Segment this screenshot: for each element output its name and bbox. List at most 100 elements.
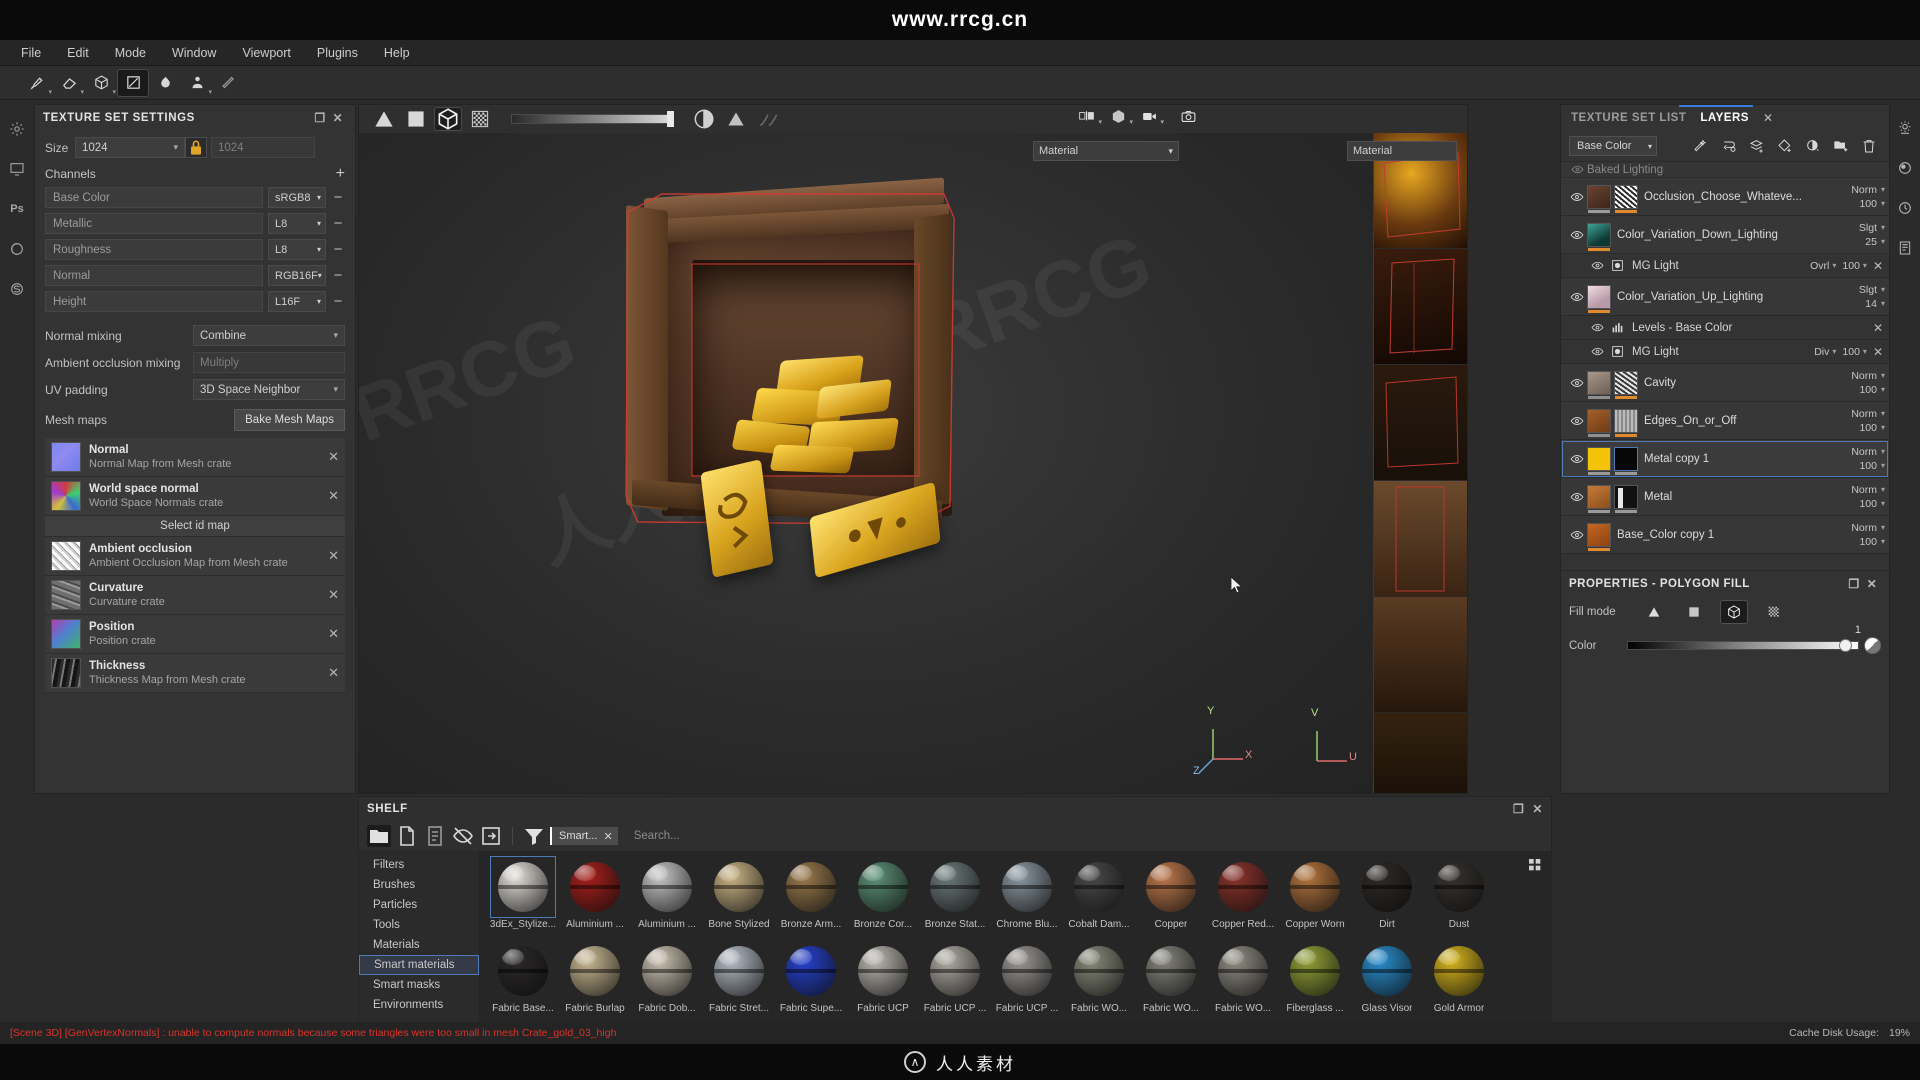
photoshop-export-icon[interactable]: Ps — [6, 198, 28, 220]
visibility-toggle-icon[interactable] — [1567, 163, 1587, 176]
shelf-category-smart-materials[interactable]: Smart materials — [359, 955, 479, 975]
extra-tool-button[interactable] — [755, 108, 781, 130]
close-icon[interactable]: ✕ — [328, 626, 339, 642]
smudge-tool[interactable] — [150, 70, 180, 96]
effect-opacity[interactable]: 100 — [1842, 346, 1860, 358]
channel-format-select[interactable]: sRGB8 ▾ — [268, 187, 326, 208]
layer-content-thumbnail[interactable] — [1587, 370, 1611, 399]
bake-mesh-maps-button[interactable]: Bake Mesh Maps — [234, 409, 345, 431]
remove-effect-icon[interactable]: ✕ — [1873, 321, 1883, 335]
add-mask-icon[interactable] — [1773, 135, 1797, 157]
3d-viewport[interactable]: 1 ▾ ▾ ▾ — [358, 104, 1468, 794]
add-smart-material-icon[interactable] — [1689, 135, 1713, 157]
layer-opacity[interactable]: 100 ▾ — [1859, 536, 1885, 548]
add-paint-layer-icon[interactable] — [1745, 135, 1769, 157]
channel-select[interactable]: Base Color ▾ — [1569, 136, 1657, 156]
visibility-toggle-icon[interactable] — [1567, 490, 1587, 504]
texture-preview-tile[interactable] — [1374, 713, 1467, 793]
layer-content-thumbnail[interactable] — [1587, 222, 1611, 251]
shelf-material-grid[interactable]: 3dEx_Stylize... Aluminium ... Aluminium ..… — [479, 851, 1551, 1023]
close-icon[interactable]: ✕ — [328, 548, 339, 564]
size-height-field[interactable]: 1024 — [211, 137, 315, 158]
delete-layer-icon[interactable] — [1857, 135, 1881, 157]
remove-channel-button[interactable]: − — [331, 242, 345, 257]
shelf-material-item[interactable]: Fabric UCP — [849, 941, 917, 1023]
layer-content-thumbnail[interactable] — [1587, 446, 1611, 475]
texture-preview-tile[interactable] — [1374, 365, 1467, 481]
screenshot-icon[interactable] — [1180, 108, 1197, 125]
color-swatch[interactable] — [1864, 637, 1881, 654]
size-lock-toggle[interactable] — [185, 137, 207, 158]
channel-format-select[interactable]: L8 ▾ — [268, 213, 326, 234]
layer-row[interactable]: Base_Color copy 1 Norm ▾ 100 ▾ — [1561, 516, 1889, 554]
dual-view-icon[interactable]: ▾ — [1079, 108, 1102, 126]
layer-mask-thumbnail[interactable] — [1614, 408, 1638, 437]
search-input[interactable]: Search... — [622, 830, 1543, 842]
size-select[interactable]: 1024 ▾ — [75, 137, 185, 158]
visibility-toggle-icon[interactable] — [1567, 228, 1587, 242]
channel-name[interactable]: Normal — [45, 265, 263, 286]
layer-opacity[interactable]: 100 ▾ — [1859, 422, 1885, 434]
shelf-category-filters[interactable]: Filters — [359, 855, 479, 875]
mesh-fill-button[interactable] — [1720, 600, 1748, 624]
shelf-material-item[interactable]: Bronze Arm... — [777, 857, 845, 939]
uv-quad-fill-button[interactable] — [1681, 601, 1707, 623]
color-slider-knob[interactable] — [1839, 639, 1852, 652]
shelf-material-item[interactable]: Copper — [1137, 857, 1205, 939]
shelf-material-item[interactable]: Gold Armor — [1425, 941, 1493, 1023]
add-effect-icon[interactable] — [1801, 135, 1825, 157]
shelf-category-materials[interactable]: Materials — [359, 935, 479, 955]
shelf-material-item[interactable]: Fabric UCP ... — [921, 941, 989, 1023]
layer-list[interactable]: Baked Lighting Occlusion_Choose_Whateve.… — [1561, 161, 1889, 566]
shelf-material-item[interactable]: Cobalt Dam... — [1065, 857, 1133, 939]
mesh-map-item[interactable]: Position Position crate ✕ — [45, 615, 345, 654]
grid-view-icon[interactable] — [1527, 857, 1543, 878]
shelf-category-smart-masks[interactable]: Smart masks — [359, 975, 479, 995]
symmetry-toggle-button[interactable] — [691, 108, 717, 130]
visibility-toggle-icon[interactable] — [1587, 259, 1607, 272]
material-2d-view-select[interactable]: Material — [1347, 141, 1457, 161]
close-icon[interactable]: ✕ — [328, 488, 339, 504]
layer-blend-mode[interactable]: Slgt ▾ — [1859, 222, 1885, 234]
layer-mask-thumbnail[interactable] — [1614, 184, 1638, 213]
camera-video-icon[interactable]: ▾ — [1141, 108, 1164, 126]
close-icon[interactable]: ✕ — [1863, 575, 1881, 593]
texture-preview-strip[interactable] — [1373, 133, 1467, 793]
channel-name[interactable]: Height — [45, 291, 263, 312]
float-panel-icon[interactable]: ❐ — [311, 109, 329, 127]
shelf-material-item[interactable]: Dirt — [1353, 857, 1421, 939]
shelf-material-item[interactable]: Fabric UCP ... — [993, 941, 1061, 1023]
close-icon[interactable]: ✕ — [1532, 802, 1543, 816]
visibility-toggle-icon[interactable] — [1567, 376, 1587, 390]
visibility-toggle-icon[interactable] — [1567, 190, 1587, 204]
texture-set-settings-icon[interactable] — [6, 118, 28, 140]
layer-row-partial[interactable]: Baked Lighting — [1561, 162, 1889, 178]
remove-effect-icon[interactable]: ✕ — [1873, 259, 1883, 273]
folder-icon[interactable] — [367, 825, 391, 847]
crate-model[interactable] — [614, 177, 974, 579]
close-icon[interactable]: ✕ — [328, 449, 339, 465]
3d-view-icon[interactable]: ▾ — [1110, 108, 1133, 126]
channel-format-select[interactable]: L8 ▾ — [268, 239, 326, 260]
menu-plugins[interactable]: Plugins — [304, 42, 371, 64]
shelf-material-item[interactable]: Bone Stylized — [705, 857, 773, 939]
mesh-map-item[interactable]: Ambient occlusion Ambient Occlusion Map … — [45, 537, 345, 576]
color-slider[interactable] — [1627, 639, 1859, 652]
layer-effect-row[interactable]: Levels - Base Color ✕ — [1561, 316, 1889, 340]
shelf-material-item[interactable]: Fabric WO... — [1137, 941, 1205, 1023]
menu-edit[interactable]: Edit — [54, 42, 102, 64]
shader-settings-icon[interactable] — [6, 238, 28, 260]
layer-blend-mode[interactable]: Norm ▾ — [1851, 446, 1885, 458]
layer-opacity[interactable]: 100 ▾ — [1859, 460, 1885, 472]
layer-content-thumbnail[interactable] — [1587, 522, 1611, 551]
import-icon[interactable] — [479, 825, 503, 847]
ao-mixing-select[interactable]: Multiply — [193, 352, 345, 373]
channel-name[interactable]: Metallic — [45, 213, 263, 234]
brush-size-slider[interactable]: 1 — [511, 105, 674, 130]
add-channel-button[interactable]: + — [336, 166, 345, 182]
shelf-material-item[interactable]: Copper Worn — [1281, 857, 1349, 939]
menu-viewport[interactable]: Viewport — [229, 42, 303, 64]
projection-tool[interactable]: ▾ — [86, 70, 116, 96]
close-icon[interactable]: ✕ — [1763, 111, 1773, 125]
channel-format-select[interactable]: L16F ▾ — [268, 291, 326, 312]
